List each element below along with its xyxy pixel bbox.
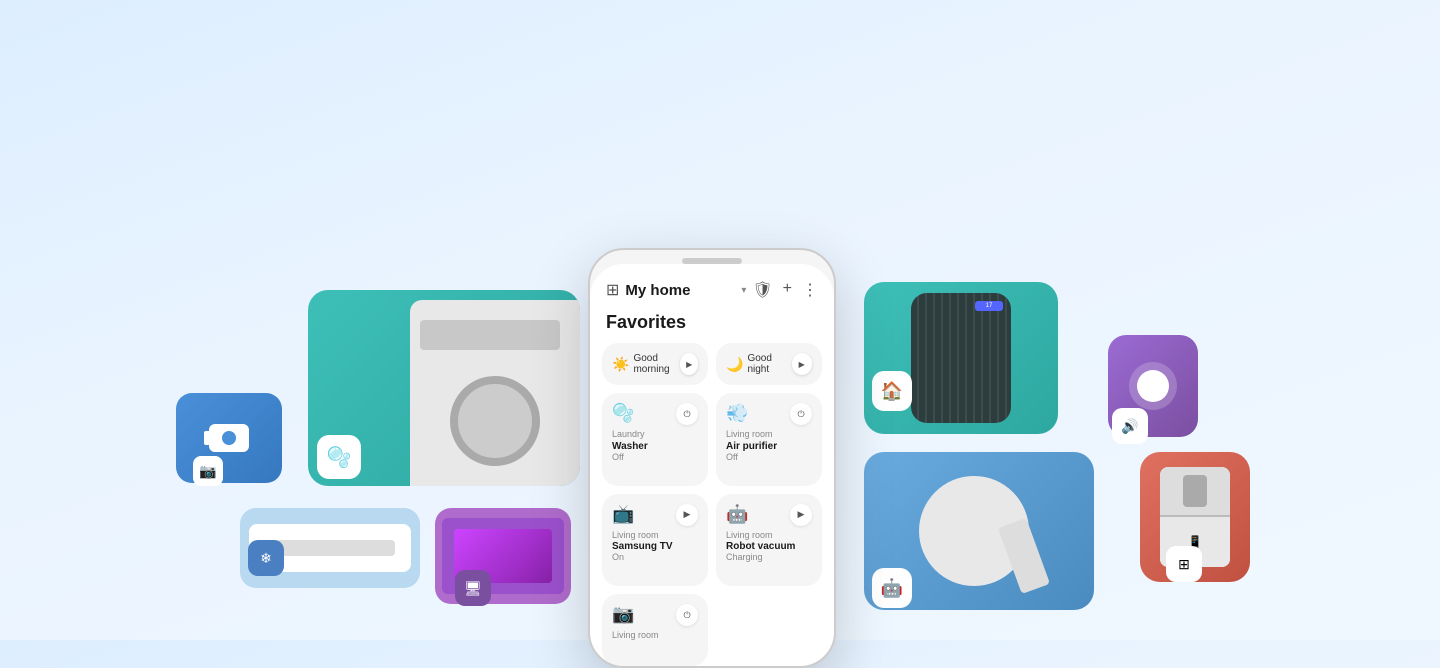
- air-purifier-tile[interactable]: 💨 ⏻ Living room Air purifier Off: [716, 393, 822, 486]
- add-icon[interactable]: +: [783, 280, 792, 300]
- good-night-label: Good night: [747, 353, 791, 375]
- shield-icon[interactable]: 🛡: [752, 280, 772, 300]
- device-grid: 🫧 ⏻ Laundry Washer Off 💨 ⏻ Living room A…: [590, 393, 834, 666]
- washer-status: Off: [612, 452, 698, 462]
- tv-device-name: Samsung TV: [612, 541, 698, 552]
- phone-screen: ⊞ My home ▾ 🛡 + ⋮ Favorites ☀️ Good morn…: [590, 264, 834, 666]
- good-morning-label: Good morning: [633, 353, 680, 375]
- tv-badge: 🖥: [455, 570, 491, 606]
- washer-badge: 🫧: [317, 435, 361, 479]
- robot-icon: 🤖: [726, 504, 748, 525]
- home-apps-icon: ⊞: [606, 280, 619, 300]
- moon-icon: 🌙: [726, 356, 743, 373]
- good-morning-play[interactable]: ▶: [680, 353, 698, 375]
- air-purifier-power-btn[interactable]: ⏻: [790, 403, 812, 425]
- purifier-badge: 🏠: [872, 371, 912, 411]
- favorites-title: Favorites: [590, 308, 834, 343]
- purifier-card: 17: [864, 282, 1058, 434]
- sun-icon: ☀️: [612, 356, 629, 373]
- robot-play-btn[interactable]: ▶: [790, 504, 812, 526]
- robot-device-name: Robot vacuum: [726, 541, 812, 552]
- home-title: My home: [625, 282, 735, 299]
- washer-tile[interactable]: 🫧 ⏻ Laundry Washer Off: [602, 393, 708, 486]
- camera-power-btn[interactable]: ⏻: [676, 604, 698, 626]
- phone-header: ⊞ My home ▾ 🛡 + ⋮: [590, 264, 834, 308]
- tv-play-btn[interactable]: ▶: [676, 504, 698, 526]
- header-icons: 🛡 + ⋮: [752, 280, 818, 300]
- camera-card: [176, 393, 282, 483]
- air-purifier-device-name: Air purifier: [726, 441, 812, 452]
- camera-tile-icon: 📷: [612, 604, 634, 625]
- air-purifier-status: Off: [726, 452, 812, 462]
- google-badge: 🔊: [1112, 408, 1148, 444]
- more-icon[interactable]: ⋮: [802, 280, 818, 300]
- dropdown-chevron: ▾: [741, 285, 746, 296]
- good-night-routine[interactable]: 🌙 Good night ▶: [716, 343, 822, 385]
- robot-badge: 🤖: [872, 568, 912, 608]
- routine-row: ☀️ Good morning ▶ 🌙 Good night ▶: [590, 343, 834, 385]
- robot-room: Living room: [726, 530, 812, 542]
- tv-status: On: [612, 552, 698, 562]
- camera-tile-room: Living room: [612, 630, 698, 642]
- washer-icon: 🫧: [612, 403, 634, 424]
- fridge-badge: ⊞: [1166, 546, 1202, 582]
- robot-status: Charging: [726, 552, 812, 562]
- tv-room: Living room: [612, 530, 698, 542]
- camera-icon-badge: 📷: [193, 456, 223, 486]
- tv-icon: 📺: [612, 504, 634, 525]
- tv-tile[interactable]: 📺 ▶ Living room Samsung TV On: [602, 494, 708, 587]
- washer-power-btn[interactable]: ⏻: [676, 403, 698, 425]
- air-purifier-icon: 💨: [726, 403, 748, 424]
- good-morning-routine[interactable]: ☀️ Good morning ▶: [602, 343, 708, 385]
- ac-badge: ❄: [248, 540, 284, 576]
- washer-room: Laundry: [612, 429, 698, 441]
- air-purifier-room: Living room: [726, 429, 812, 441]
- washer-device-name: Washer: [612, 441, 698, 452]
- phone-mockup: ⊞ My home ▾ 🛡 + ⋮ Favorites ☀️ Good morn…: [588, 248, 836, 668]
- robot-vacuum-tile[interactable]: 🤖 ▶ Living room Robot vacuum Charging: [716, 494, 822, 587]
- camera-tile[interactable]: 📷 ⏻ Living room: [602, 594, 708, 666]
- good-night-play[interactable]: ▶: [792, 353, 812, 375]
